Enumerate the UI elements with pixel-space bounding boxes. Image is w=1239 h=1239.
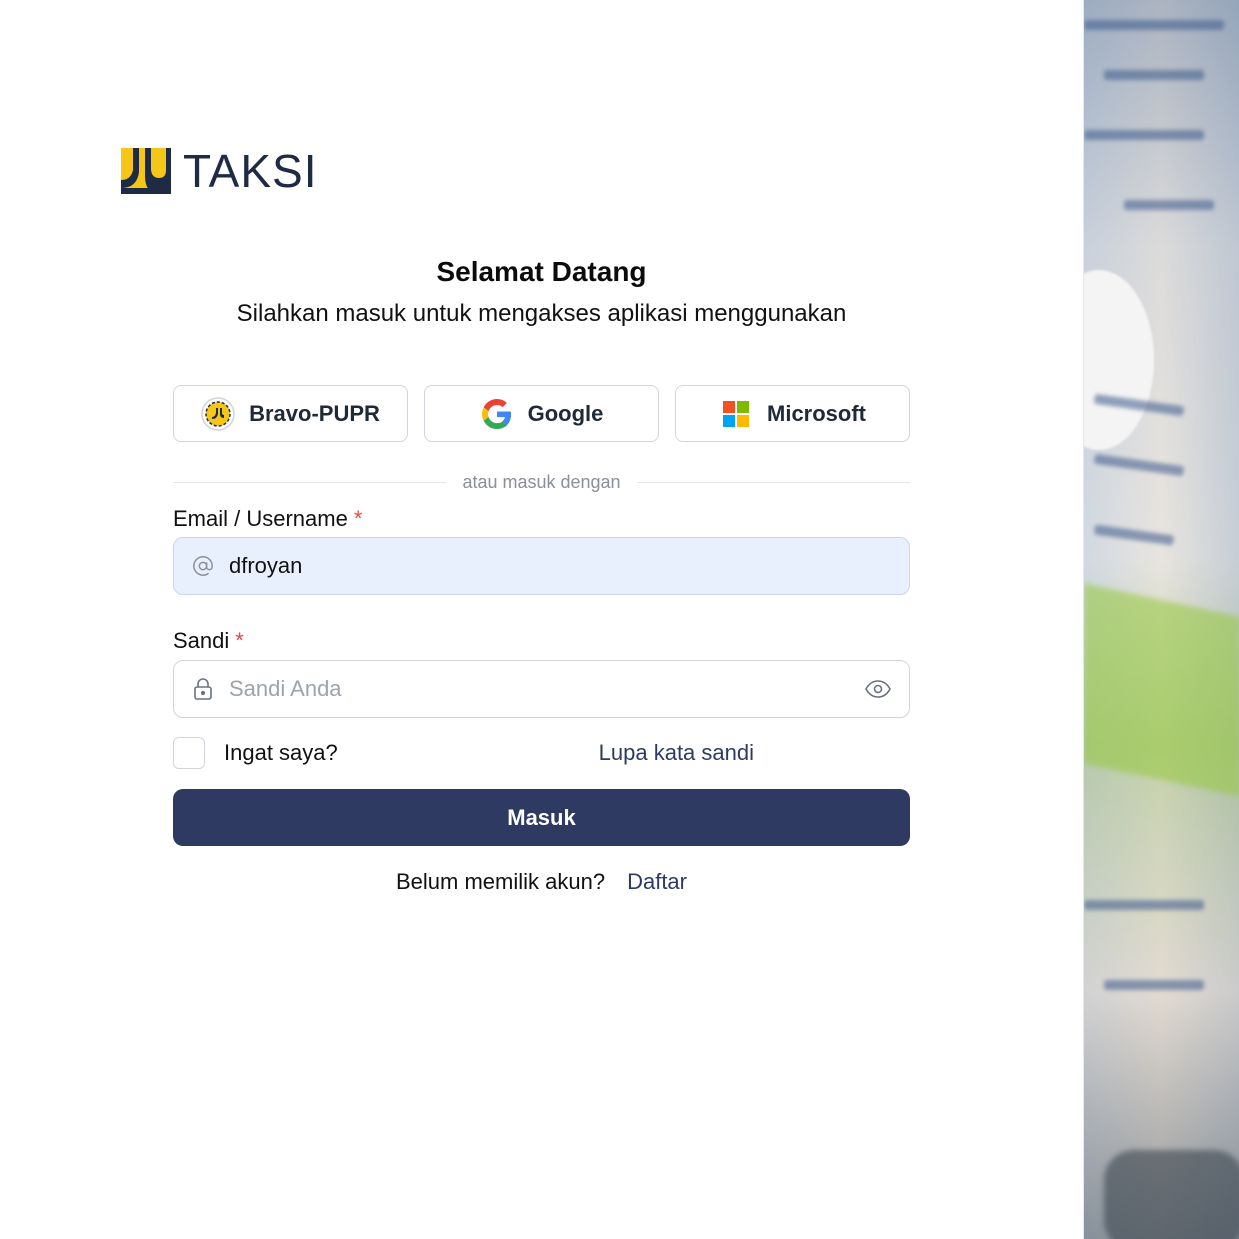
page-subtitle: Silahkan masuk untuk mengakses aplikasi … xyxy=(236,300,847,327)
image-detail xyxy=(1084,583,1239,797)
bravo-pupr-logo-icon xyxy=(201,396,235,431)
image-detail xyxy=(1084,130,1204,140)
remember-me-label: Ingat saya? xyxy=(224,740,338,765)
eye-icon[interactable] xyxy=(865,676,891,702)
at-sign-icon xyxy=(192,555,214,577)
required-mark: * xyxy=(235,628,244,653)
divider-text: atau masuk dengan xyxy=(462,472,621,492)
image-detail xyxy=(1093,453,1185,477)
required-mark: * xyxy=(353,506,363,531)
google-label: Google xyxy=(527,400,604,426)
microsoft-label: Microsoft xyxy=(767,400,866,426)
divider-line-right xyxy=(636,482,910,483)
bravo-pupr-login-button[interactable]: Bravo-PUPR xyxy=(173,385,408,442)
microsoft-logo-icon xyxy=(719,397,753,431)
divider-line-left xyxy=(173,482,447,483)
email-label-text: Email / Username xyxy=(173,506,348,531)
image-detail xyxy=(1124,200,1214,210)
forgot-password-link[interactable]: Lupa kata sandi xyxy=(599,740,754,766)
image-detail xyxy=(1104,980,1204,990)
app-name: TAKSI xyxy=(183,145,318,197)
signup-prompt-text: Belum memilik akun? xyxy=(396,869,606,894)
password-field[interactable] xyxy=(173,660,910,718)
image-detail xyxy=(1093,524,1175,546)
image-detail xyxy=(1084,900,1204,910)
or-divider: atau masuk dengan xyxy=(173,472,910,493)
bravo-pupr-label: Bravo-PUPR xyxy=(249,400,380,426)
email-input[interactable] xyxy=(229,553,891,579)
remember-me: Ingat saya? xyxy=(173,737,338,769)
microsoft-login-button[interactable]: Microsoft xyxy=(675,385,910,442)
password-input[interactable] xyxy=(229,676,865,702)
password-label: Sandi * xyxy=(173,628,244,654)
hero-image xyxy=(1083,0,1239,1239)
signup-link[interactable]: Daftar xyxy=(627,869,687,894)
email-label: Email / Username * xyxy=(173,506,362,532)
image-detail xyxy=(1104,1150,1239,1239)
app-logo: TAKSI xyxy=(121,148,318,194)
signup-prompt: Belum memilik akun? Daftar xyxy=(173,869,910,895)
lock-icon xyxy=(192,678,214,700)
remember-me-checkbox[interactable] xyxy=(173,737,205,769)
google-login-button[interactable]: Google xyxy=(424,385,659,442)
sso-provider-buttons: Bravo-PUPR Google Microsoft xyxy=(173,385,910,442)
page-title: Selamat Datang xyxy=(436,256,647,287)
image-detail xyxy=(1084,270,1154,450)
google-logo-icon xyxy=(480,397,514,431)
image-detail xyxy=(1104,70,1204,80)
password-label-text: Sandi xyxy=(173,628,230,653)
email-field[interactable] xyxy=(173,537,910,595)
taksi-logo-icon xyxy=(121,148,171,194)
login-panel: TAKSI Selamat Datang Silahkan masuk untu… xyxy=(0,0,1083,1239)
login-button[interactable]: Masuk xyxy=(173,789,910,846)
image-detail xyxy=(1084,20,1224,30)
